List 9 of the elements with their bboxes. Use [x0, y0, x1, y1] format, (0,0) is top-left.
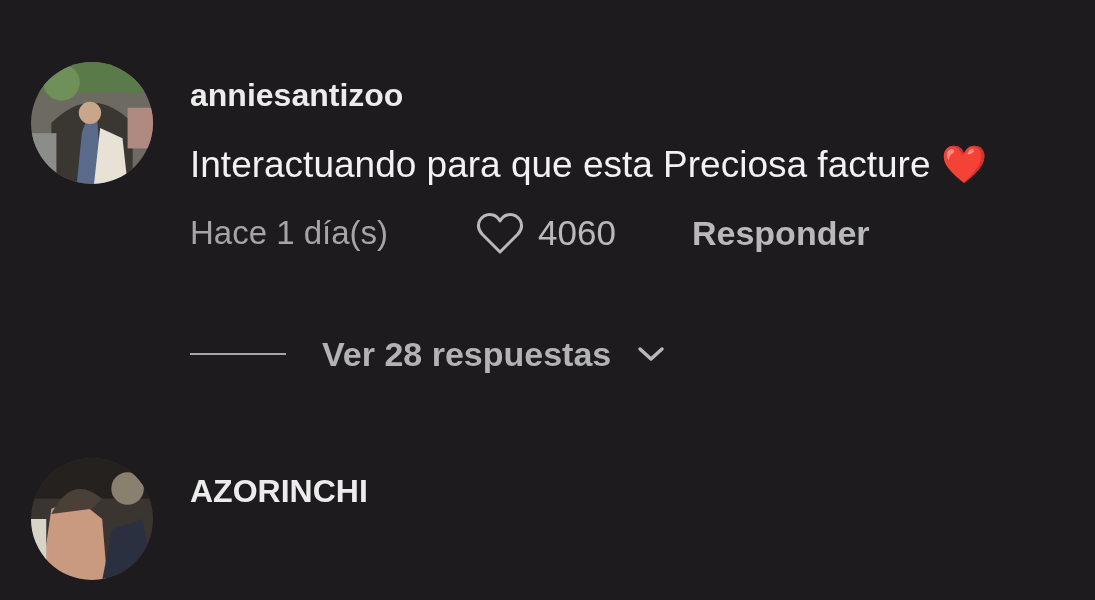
view-replies-link[interactable]: Ver 28 respuestas	[322, 332, 612, 376]
heart-icon[interactable]	[476, 211, 525, 255]
comment-text: Interactuando para que esta Preciosa facture ❤	[190, 143, 988, 187]
reply-button[interactable]: Responder	[691, 211, 870, 255]
chevron-down-icon[interactable]	[637, 345, 666, 363]
username[interactable]: AZORINCHI	[190, 466, 368, 516]
timestamp: Hace 1 día(s)	[190, 213, 389, 253]
like-count: 4060	[538, 212, 616, 254]
username[interactable]: anniesantizoo	[190, 70, 990, 120]
